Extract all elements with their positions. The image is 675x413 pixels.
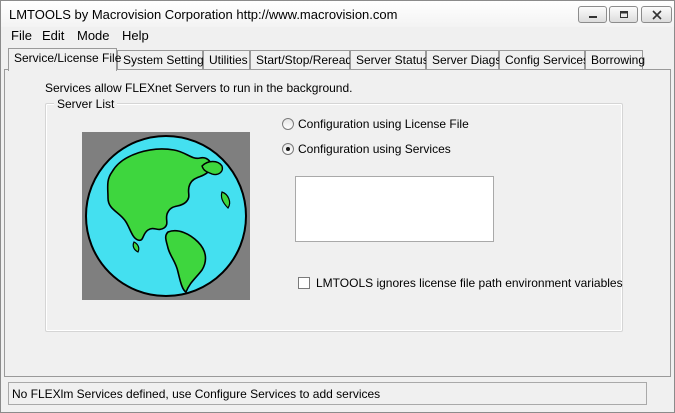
ignore-env-vars-label: LMTOOLS ignores license file path enviro… — [316, 276, 623, 290]
tab-borrowing[interactable]: Borrowing — [585, 50, 645, 70]
status-bar: No FLEXlm Services defined, use Configur… — [8, 382, 647, 405]
intro-text: Services allow FLEXnet Servers to run in… — [45, 81, 353, 95]
ignore-env-vars-row[interactable]: LMTOOLS ignores license file path enviro… — [298, 276, 623, 290]
menu-help[interactable]: Help — [122, 28, 149, 43]
minimize-icon — [588, 15, 597, 18]
tab-config-services[interactable]: Config Services — [499, 50, 589, 70]
tab-server-status[interactable]: Server Status — [350, 50, 429, 70]
globe-icon — [85, 135, 247, 297]
menu-edit[interactable]: Edit — [42, 28, 64, 43]
close-icon — [651, 9, 662, 20]
title-bar[interactable]: LMTOOLS by Macrovision Corporation http:… — [1, 1, 674, 27]
tab-strip: Service/License File System Settings Uti… — [1, 48, 674, 71]
services-listbox[interactable] — [295, 176, 494, 242]
tab-start-stop-reread[interactable]: Start/Stop/Reread — [250, 50, 352, 70]
minimize-button[interactable] — [578, 6, 607, 23]
close-button[interactable] — [641, 6, 672, 23]
status-text: No FLEXlm Services defined, use Configur… — [12, 387, 381, 401]
menu-mode[interactable]: Mode — [77, 28, 110, 43]
server-list-label: Server List — [54, 97, 118, 111]
lmtools-window: LMTOOLS by Macrovision Corporation http:… — [0, 0, 675, 413]
tab-service-license-file[interactable]: Service/License File — [8, 48, 121, 71]
maximize-button[interactable] — [609, 6, 638, 23]
window-title: LMTOOLS by Macrovision Corporation http:… — [9, 7, 398, 22]
menu-bar: File Edit Mode Help — [1, 27, 674, 45]
radio-services-label: Configuration using Services — [298, 142, 451, 156]
tab-utilities[interactable]: Utilities — [203, 50, 250, 70]
radio-license-file-label: Configuration using License File — [298, 117, 469, 131]
tab-system-settings[interactable]: System Settings — [117, 50, 210, 70]
radio-services[interactable] — [282, 143, 294, 155]
radio-license-file-row[interactable]: Configuration using License File — [282, 117, 469, 131]
globe-image — [82, 132, 250, 300]
menu-file[interactable]: File — [11, 28, 32, 43]
radio-services-row[interactable]: Configuration using Services — [282, 142, 451, 156]
radio-license-file[interactable] — [282, 118, 294, 130]
maximize-icon — [619, 10, 628, 18]
ignore-env-vars-checkbox[interactable] — [298, 277, 310, 289]
tab-server-diags[interactable]: Server Diags — [426, 50, 501, 70]
